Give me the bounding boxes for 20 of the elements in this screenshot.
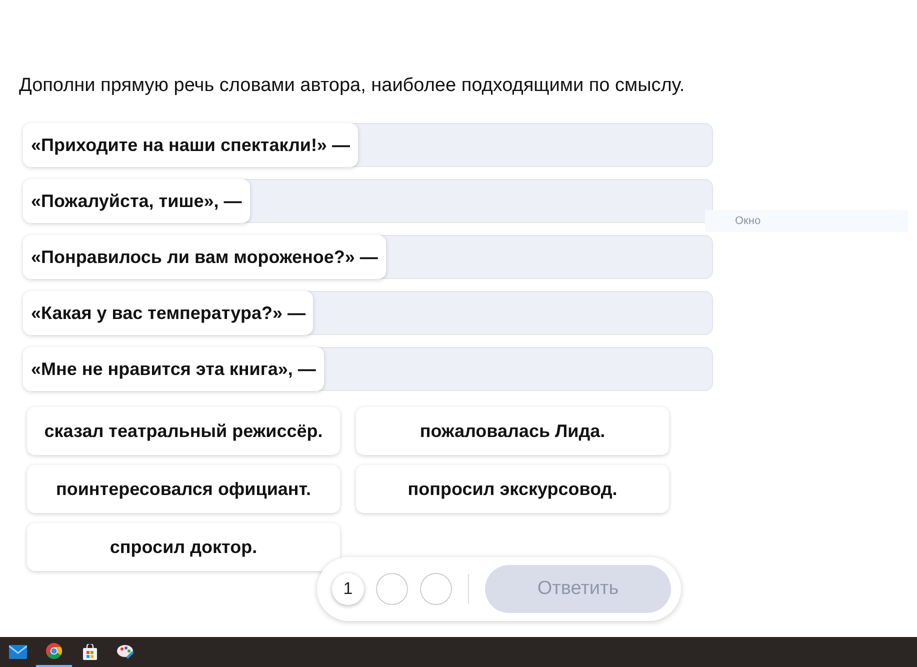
task-instruction: Дополни прямую речь словами автора, наиболее подходящими по смыслу. <box>19 74 685 98</box>
browser-icon <box>46 643 62 659</box>
answer-option[interactable]: попросил экскурсовод. <box>356 465 669 513</box>
answer-drop-zone[interactable] <box>350 123 713 167</box>
answer-drop-zone[interactable] <box>242 179 713 223</box>
speech-card[interactable]: «Мне не нравится эта книга», — <box>23 347 324 391</box>
envelope-icon <box>9 645 27 659</box>
palette-icon <box>117 644 135 660</box>
answer-option[interactable]: поинтересовался официант. <box>27 465 340 513</box>
speech-card[interactable]: «Приходите на наши спектакли!» — <box>23 123 358 167</box>
speech-card[interactable]: «Пожалуйста, тише», — <box>23 179 250 223</box>
shopping-bag-icon <box>82 644 98 660</box>
speech-card[interactable]: «Понравилось ли вам мороженое?» — <box>23 235 386 279</box>
speech-card[interactable]: «Какая у вас температура?» — <box>23 291 314 335</box>
tooltip: Окно <box>705 210 908 232</box>
answer-option[interactable]: пожаловалась Лида. <box>356 407 669 455</box>
answer-option[interactable]: спросил доктор. <box>27 523 340 571</box>
answer-drop-zone[interactable] <box>316 347 713 391</box>
answer-option[interactable]: сказал театральный режиссёр. <box>27 407 340 455</box>
answer-drop-zone[interactable] <box>305 291 713 335</box>
